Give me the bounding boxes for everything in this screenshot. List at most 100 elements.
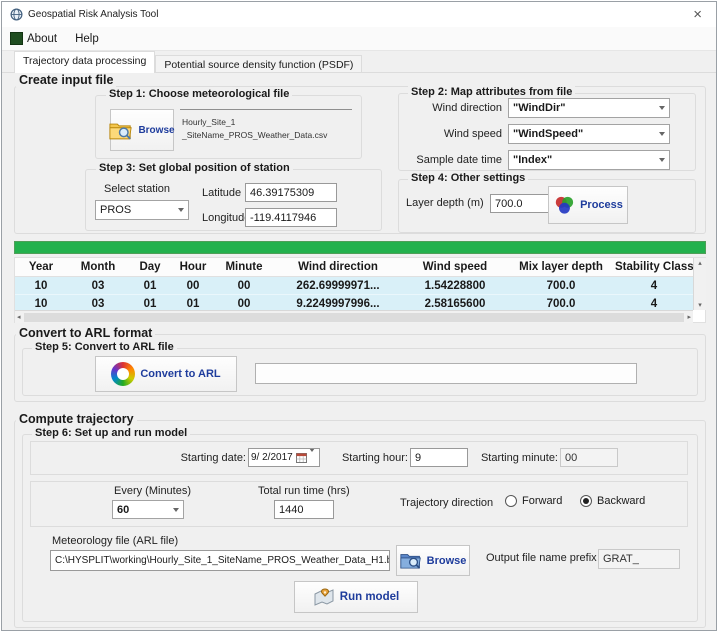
longitude-field[interactable]: -119.4117946 <box>245 208 337 227</box>
radio-circle-icon <box>580 495 592 507</box>
wind-speed-label: Wind speed <box>402 128 502 140</box>
menu-help-label: Help <box>75 33 99 45</box>
tab-content: Create input file Step 1: Choose meteoro… <box>2 72 716 630</box>
menu-bar: About Help <box>2 27 716 51</box>
every-minutes-value: 60 <box>117 504 129 516</box>
convert-progress-bar <box>255 363 637 384</box>
convert-to-arl-label: Convert to ARL <box>140 368 220 380</box>
step2-title: Step 2: Map attributes from file <box>408 86 575 98</box>
table-row[interactable]: 10 03 01 00 00 262.69999971... 1.5422880… <box>15 277 693 295</box>
latitude-label: Latitude <box>202 187 241 199</box>
cell[interactable]: 700.0 <box>507 277 615 295</box>
col-month[interactable]: Month <box>67 258 129 277</box>
radio-circle-icon <box>505 495 517 507</box>
arl-file-path-field[interactable]: C:\HYSPLIT\working\Hourly_Site_1_SiteNam… <box>50 550 390 571</box>
cell[interactable]: 10 <box>15 277 67 295</box>
every-minutes-select[interactable]: 60 <box>112 500 184 519</box>
latitude-field[interactable]: 46.39175309 <box>245 183 337 202</box>
cell[interactable]: 01 <box>129 277 171 295</box>
chevron-down-icon <box>173 208 188 212</box>
table-header-row: Year Month Day Hour Minute Wind directio… <box>15 258 693 277</box>
process-button[interactable]: Process <box>548 186 628 224</box>
app-icon <box>10 8 23 21</box>
cell[interactable]: 03 <box>67 277 129 295</box>
step3-title: Step 3: Set global position of station <box>96 162 293 174</box>
forward-radio-label: Forward <box>522 495 562 507</box>
browse-arl-label: Browse <box>427 555 467 567</box>
starting-hour-field[interactable]: 9 <box>410 448 468 467</box>
run-model-button[interactable]: Run model <box>294 581 418 613</box>
chevron-down-icon <box>654 106 669 110</box>
scroll-left-icon[interactable]: ◂ <box>17 313 21 321</box>
col-mix-layer-depth[interactable]: Mix layer depth <box>507 258 615 277</box>
tab-bar: Trajectory data processing Potential sou… <box>2 51 716 73</box>
every-minutes-label: Every (Minutes) <box>114 485 191 497</box>
backward-radio[interactable]: Backward <box>580 495 645 507</box>
close-icon[interactable]: × <box>687 7 708 22</box>
chevron-down-icon <box>168 508 183 512</box>
cell[interactable]: 262.69999971... <box>273 277 403 295</box>
backward-radio-label: Backward <box>597 495 645 507</box>
menu-about[interactable]: About <box>10 32 57 45</box>
folder-search-icon <box>109 120 133 141</box>
chevron-down-icon <box>654 158 669 162</box>
window-title: Geospatial Risk Analysis Tool <box>28 9 158 20</box>
col-day[interactable]: Day <box>129 258 171 277</box>
chevron-down-icon <box>309 452 315 463</box>
col-minute[interactable]: Minute <box>215 258 273 277</box>
wind-speed-select[interactable]: "WindSpeed" <box>508 124 670 144</box>
chevron-down-icon <box>654 132 669 136</box>
col-year[interactable]: Year <box>15 258 67 277</box>
forward-radio[interactable]: Forward <box>505 495 562 507</box>
col-wind-direction[interactable]: Wind direction <box>273 258 403 277</box>
trajectory-direction-label: Trajectory direction <box>400 497 493 509</box>
venn-circles-icon <box>553 195 575 215</box>
met-file-line2: _SiteName_PROS_Weather_Data.csv <box>182 129 350 142</box>
arl-file-label: Meteorology file (ARL file) <box>52 535 178 547</box>
create-input-title: Create input file <box>16 73 116 87</box>
total-run-time-field[interactable]: 1440 <box>274 500 334 519</box>
cell[interactable]: 1.54228800 <box>403 277 507 295</box>
scroll-up-icon[interactable]: ▴ <box>698 259 702 267</box>
calendar-icon <box>296 452 307 463</box>
horizontal-scrollbar[interactable]: ◂ ▸ <box>15 310 693 323</box>
sample-date-time-select[interactable]: "Index" <box>508 150 670 170</box>
weather-table: Year Month Day Hour Minute Wind directio… <box>15 258 693 313</box>
col-hour[interactable]: Hour <box>171 258 215 277</box>
step5-title: Step 5: Convert to ARL file <box>32 341 177 353</box>
menu-help[interactable]: Help <box>75 33 99 45</box>
sample-date-time-value: "Index" <box>513 154 552 166</box>
scroll-down-icon[interactable]: ▾ <box>698 301 702 309</box>
convert-to-arl-button[interactable]: Convert to ARL <box>95 356 237 392</box>
scrollbar-thumb[interactable] <box>24 313 685 322</box>
scroll-right-icon[interactable]: ▸ <box>687 313 691 321</box>
step1-title: Step 1: Choose meteorological file <box>106 88 292 100</box>
browse-met-file-label: Browse <box>138 125 174 136</box>
wind-direction-label: Wind direction <box>402 102 502 114</box>
convert-title: Convert to ARL format <box>16 326 155 340</box>
run-model-icon <box>313 587 335 607</box>
vertical-scrollbar[interactable]: ▴ ▾ <box>693 258 706 310</box>
output-prefix-field[interactable]: GRAT_ <box>598 549 680 569</box>
step4-title: Step 4: Other settings <box>408 172 528 184</box>
about-icon <box>10 32 23 45</box>
starting-minute-field[interactable]: 00 <box>560 448 618 467</box>
cell[interactable]: 00 <box>215 277 273 295</box>
col-wind-speed[interactable]: Wind speed <box>403 258 507 277</box>
tab-trajectory-data-processing[interactable]: Trajectory data processing <box>14 51 155 73</box>
col-stability-class[interactable]: Stability Class <box>615 258 693 277</box>
wind-direction-select[interactable]: "WindDir" <box>508 98 670 118</box>
station-select[interactable]: PROS <box>95 200 189 220</box>
wind-direction-value: "WindDir" <box>513 102 566 114</box>
title-bar: Geospatial Risk Analysis Tool × <box>2 2 716 27</box>
starting-date-value: 9/ 2/2017 <box>251 452 293 463</box>
cell[interactable]: 4 <box>615 277 693 295</box>
compute-title: Compute trajectory <box>16 412 137 426</box>
tab-psdf[interactable]: Potential source density function (PSDF) <box>155 55 362 73</box>
browse-met-file-button[interactable]: Browse <box>110 109 174 151</box>
starting-minute-label: Starting minute: <box>470 452 558 464</box>
starting-date-picker[interactable]: 9/ 2/2017 <box>248 448 320 467</box>
layer-depth-field[interactable]: 700.0 <box>490 194 556 213</box>
cell[interactable]: 00 <box>171 277 215 295</box>
browse-arl-button[interactable]: Browse <box>396 545 470 576</box>
